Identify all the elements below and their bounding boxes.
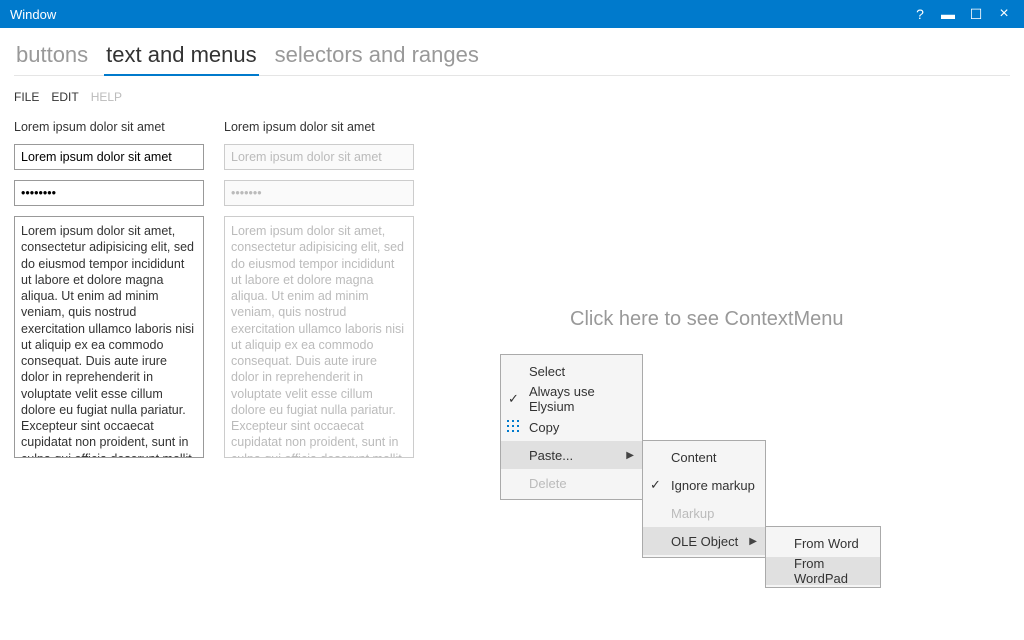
text-input-enabled[interactable] <box>14 144 204 170</box>
tab-selectors-and-ranges[interactable]: selectors and ranges <box>273 40 481 75</box>
menu-item-select[interactable]: Select <box>501 357 642 385</box>
menu-item-always-use-elysium[interactable]: ✓ Always use Elysium <box>501 385 642 413</box>
label-enabled: Lorem ipsum dolor sit amet <box>14 120 206 134</box>
context-menu-prompt: Click here to see ContextMenu <box>570 308 843 331</box>
menu-item-ignore-markup[interactable]: ✓ Ignore markup <box>643 471 765 499</box>
column-disabled: Lorem ipsum dolor sit amet Lorem ipsum d… <box>224 120 416 458</box>
menu-item-content[interactable]: Content <box>643 443 765 471</box>
grid-icon <box>507 420 521 434</box>
tab-text-and-menus[interactable]: text and menus <box>104 40 258 76</box>
menu-item-copy[interactable]: Copy <box>501 413 642 441</box>
text-input-disabled <box>224 144 414 170</box>
submenu-arrow-icon: ▶ <box>749 536 757 547</box>
menu-edit[interactable]: EDIT <box>51 90 78 104</box>
app-window: Window ? ▬ ☐ × buttons text and menus se… <box>0 0 1024 640</box>
menu-item-markup: Markup <box>643 499 765 527</box>
label-disabled: Lorem ipsum dolor sit amet <box>224 120 416 134</box>
submenu-arrow-icon: ▶ <box>626 450 634 461</box>
check-icon: ✓ <box>508 391 519 407</box>
maximize-icon[interactable]: ☐ <box>962 0 990 28</box>
column-enabled: Lorem ipsum dolor sit amet Lorem ipsum d… <box>14 120 206 458</box>
context-menu-level1: Select ✓ Always use Elysium Copy Paste..… <box>500 354 643 500</box>
password-input-disabled <box>224 180 414 206</box>
context-menu-level2: Content ✓ Ignore markup Markup OLE Objec… <box>642 440 766 558</box>
titlebar: Window ? ▬ ☐ × <box>0 0 1024 28</box>
menu-item-from-wordpad[interactable]: From WordPad <box>766 557 880 585</box>
check-icon: ✓ <box>650 477 661 493</box>
window-title: Window <box>10 7 906 22</box>
close-icon[interactable]: × <box>990 0 1018 28</box>
content-area: buttons text and menus selectors and ran… <box>0 28 1024 640</box>
password-input-enabled[interactable] <box>14 180 204 206</box>
context-menu-area[interactable]: Click here to see ContextMenu Select ✓ A… <box>440 138 1000 578</box>
menu-help: HELP <box>91 90 122 104</box>
textarea-disabled: Lorem ipsum dolor sit amet, consectetur … <box>224 216 414 458</box>
help-icon[interactable]: ? <box>906 0 934 28</box>
menu-item-from-word[interactable]: From Word <box>766 529 880 557</box>
menu-item-ole-object[interactable]: OLE Object ▶ <box>643 527 765 555</box>
menu-item-paste[interactable]: Paste... ▶ <box>501 441 642 469</box>
menu-item-delete: Delete <box>501 469 642 497</box>
tab-strip: buttons text and menus selectors and ran… <box>14 40 1010 76</box>
menu-file[interactable]: FILE <box>14 90 39 104</box>
minimize-icon[interactable]: ▬ <box>934 0 962 28</box>
menubar: FILE EDIT HELP <box>14 90 1010 104</box>
textarea-enabled[interactable]: Lorem ipsum dolor sit amet, consectetur … <box>14 216 204 458</box>
tab-buttons[interactable]: buttons <box>14 40 90 75</box>
context-menu-level3: From Word From WordPad <box>765 526 881 588</box>
